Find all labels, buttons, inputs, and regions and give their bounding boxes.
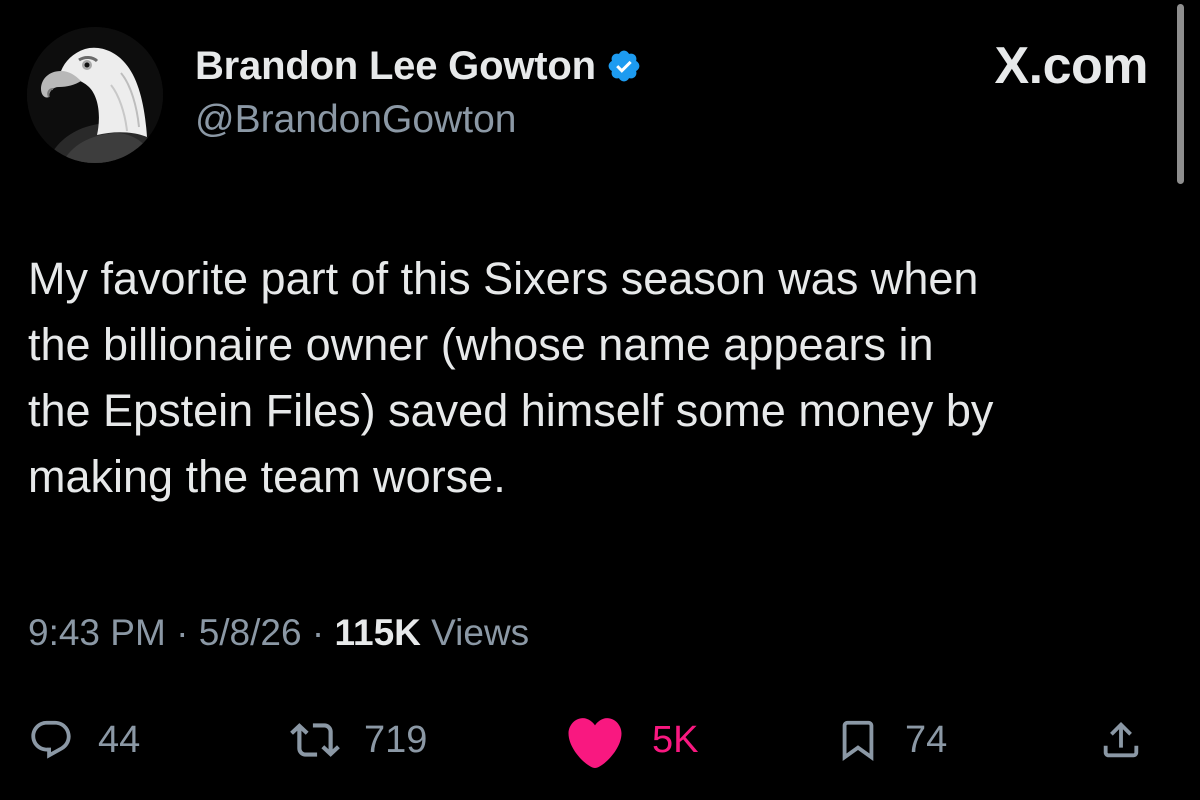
author-display-name[interactable]: Brandon Lee Gowton: [195, 44, 596, 89]
bookmark-button[interactable]: 74: [835, 708, 947, 772]
tweet-meta: 9:43 PM · 5/8/26 · 115K Views: [28, 612, 529, 654]
share-icon: [1103, 721, 1139, 758]
heart-icon: [568, 718, 622, 769]
like-count: 5K: [652, 718, 699, 761]
tweet-text: My favorite part of this Sixers season w…: [28, 253, 994, 502]
bookmark-icon: [842, 720, 874, 761]
tweet-card: Brandon Lee Gowton @BrandonGowton X.com …: [0, 0, 1200, 800]
tweet-date[interactable]: 5/8/26: [199, 612, 302, 653]
meta-separator: ·: [176, 612, 189, 653]
repost-icon: [290, 723, 340, 757]
scrollbar[interactable]: [1177, 4, 1184, 184]
avatar[interactable]: [27, 27, 163, 163]
repost-count: 719: [364, 718, 428, 761]
tweet-time[interactable]: 9:43 PM: [28, 612, 166, 653]
meta-separator: ·: [311, 612, 325, 653]
author-handle[interactable]: @BrandonGowton: [195, 98, 642, 142]
share-button[interactable]: [1098, 708, 1144, 772]
brand-logo: X.com: [994, 37, 1148, 95]
reply-count: 44: [98, 718, 141, 761]
reply-icon: [31, 720, 71, 759]
bookmark-count: 74: [905, 718, 948, 761]
action-bar: 44 719 5K 74: [0, 700, 1200, 780]
views-label: Views: [431, 612, 530, 653]
like-button[interactable]: 5K: [562, 708, 698, 772]
author-block: Brandon Lee Gowton @BrandonGowton: [195, 40, 642, 142]
bald-eagle-avatar-icon: [27, 27, 163, 163]
reply-button[interactable]: 44: [28, 708, 140, 772]
repost-button[interactable]: 719: [290, 708, 427, 772]
author-name-row: Brandon Lee Gowton: [195, 40, 642, 92]
verified-badge-icon: [606, 48, 642, 84]
views-count: 115K: [334, 612, 421, 653]
